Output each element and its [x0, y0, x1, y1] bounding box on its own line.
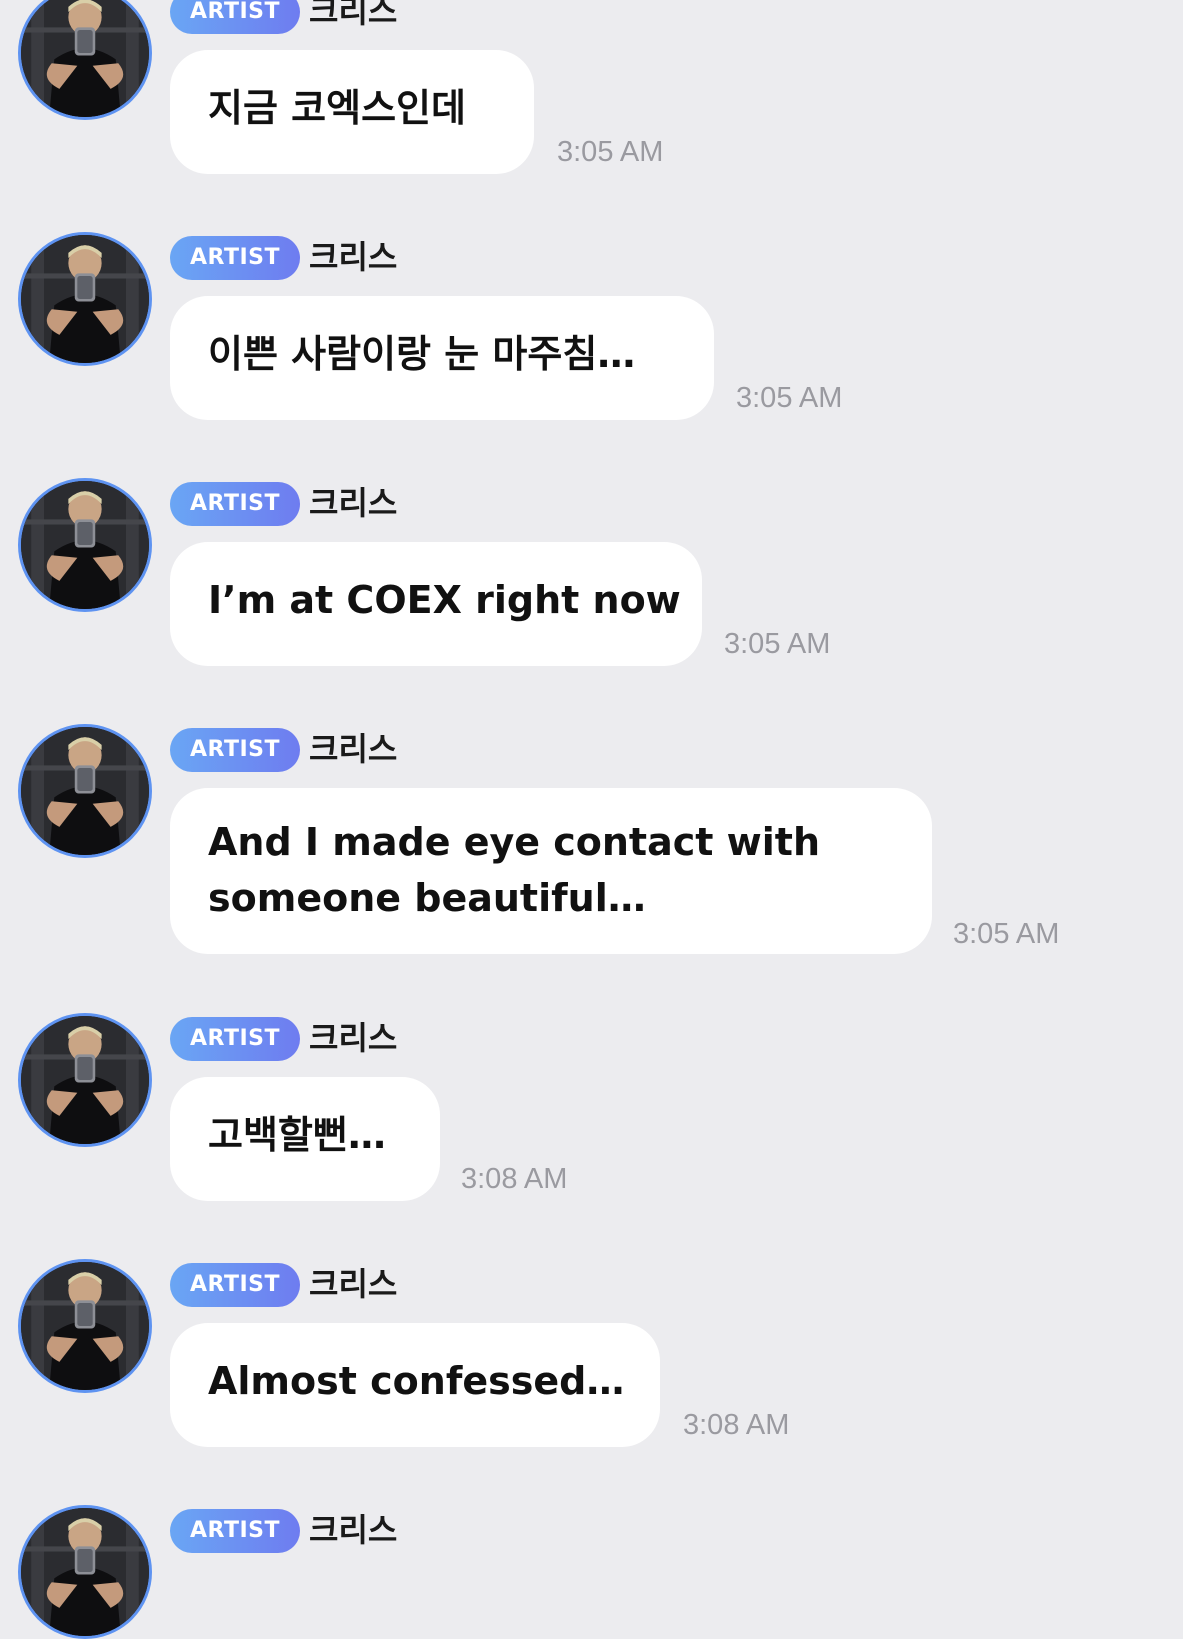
artist-badge: ARTIST: [170, 482, 300, 526]
avatar-image: [21, 235, 149, 363]
message-time: 3:05 AM: [953, 918, 1060, 950]
sender-name: 크리스: [309, 1511, 398, 1549]
avatar-image: [21, 727, 149, 855]
avatar-image: [21, 1508, 149, 1636]
sender-name: 크리스: [309, 730, 398, 768]
artist-badge: ARTIST: [170, 1509, 300, 1553]
message-bubble[interactable]: 지금 코엑스인데: [170, 50, 534, 174]
message-bubble[interactable]: 이쁜 사람이랑 눈 마주침…: [170, 296, 714, 420]
artist-avatar[interactable]: [18, 1013, 152, 1147]
message-bubble[interactable]: And I made eye contact with someone beau…: [170, 788, 932, 954]
avatar-image: [21, 1262, 149, 1390]
artist-badge: ARTIST: [170, 1017, 300, 1061]
avatar-image: [21, 481, 149, 609]
message-bubble[interactable]: Almost confessed…: [170, 1323, 660, 1447]
message-bubble[interactable]: 고백할뻔…: [170, 1077, 440, 1201]
artist-badge: ARTIST: [170, 728, 300, 772]
message-time: 3:05 AM: [724, 628, 831, 660]
message-time: 3:08 AM: [461, 1163, 568, 1195]
avatar-image: [21, 1016, 149, 1144]
message-time: 3:05 AM: [736, 382, 843, 414]
artist-avatar[interactable]: [18, 724, 152, 858]
sender-name: 크리스: [309, 484, 398, 522]
message-time: 3:08 AM: [683, 1409, 790, 1441]
artist-avatar[interactable]: [18, 478, 152, 612]
message-time: 3:05 AM: [557, 136, 664, 168]
artist-avatar[interactable]: [18, 0, 152, 120]
sender-name: 크리스: [309, 1265, 398, 1303]
sender-name: 크리스: [309, 238, 398, 276]
artist-avatar[interactable]: [18, 1505, 152, 1639]
sender-name: 크리스: [309, 0, 398, 30]
avatar-image: [21, 0, 149, 117]
artist-badge: ARTIST: [170, 0, 300, 34]
artist-badge: ARTIST: [170, 1263, 300, 1307]
artist-avatar[interactable]: [18, 1259, 152, 1393]
artist-avatar[interactable]: [18, 232, 152, 366]
sender-name: 크리스: [309, 1019, 398, 1057]
message-bubble[interactable]: I’m at COEX right now: [170, 542, 702, 666]
artist-badge: ARTIST: [170, 236, 300, 280]
